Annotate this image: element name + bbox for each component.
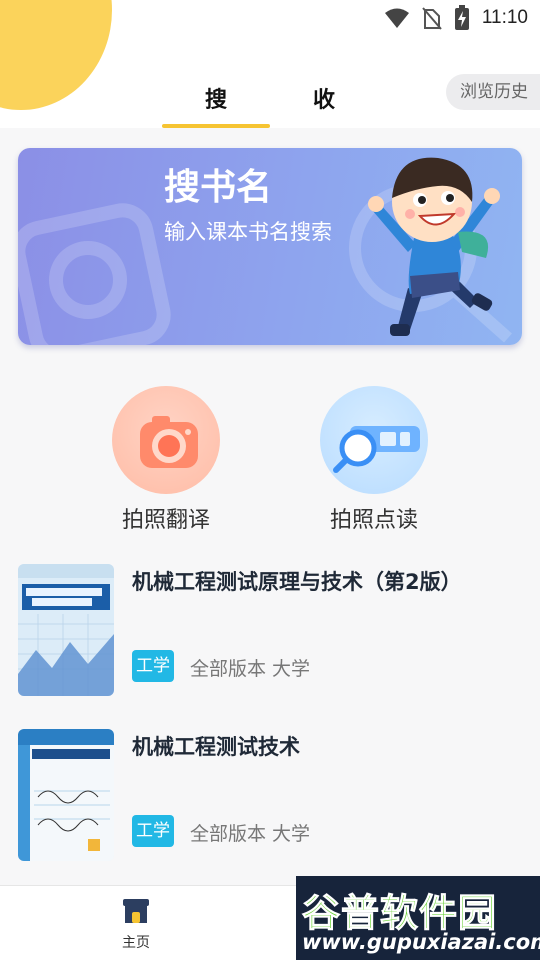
book-meta: 全部版本 大学 — [190, 823, 311, 845]
nav-home[interactable]: 主页 — [100, 894, 172, 952]
book-cover-image — [18, 564, 114, 696]
banner-subtitle: 输入课本书名搜索 — [164, 220, 332, 244]
watermark-url: www.gupuxiazai.com — [302, 930, 540, 954]
browse-history-button[interactable]: 浏览历史 — [446, 74, 540, 110]
photo-translate-label: 拍照翻译 — [121, 508, 210, 533]
photo-read-label: 拍照点读 — [329, 508, 418, 533]
wifi-icon — [384, 7, 410, 29]
kid-illustration — [368, 157, 500, 336]
book-cover-image — [18, 729, 114, 861]
photo-translate-button[interactable]: 拍照翻译 — [76, 386, 256, 534]
tab-bar: 搜 收 — [162, 80, 378, 128]
no-sim-icon — [422, 6, 442, 30]
watermark-title: 谷普软件园 — [301, 891, 498, 936]
decorative-blob — [0, 0, 112, 110]
banner-title: 搜书名 — [164, 167, 273, 208]
watermark-logo: 谷普软件园 www.gupuxiazai.com — [296, 876, 540, 960]
book-title: 机械工程测试技术 — [132, 735, 300, 759]
list-item[interactable]: 机械工程测试技术 工学 全部版本 大学 — [0, 725, 540, 865]
camera-icon — [112, 386, 220, 494]
photo-read-button[interactable]: 拍照点读 — [284, 386, 464, 534]
tab-favorites[interactable]: 收 — [270, 80, 378, 128]
battery-charging-icon — [454, 5, 470, 31]
list-item[interactable]: 机械工程测试原理与技术（第2版） 工学 全部版本 大学 — [0, 560, 540, 700]
book-meta: 全部版本 大学 — [190, 658, 311, 680]
category-tag: 工学 — [132, 815, 174, 847]
header-area: 11:10 搜 收 浏览历史 — [0, 0, 540, 128]
home-store-icon — [123, 899, 149, 923]
book-title: 机械工程测试原理与技术（第2版） — [132, 570, 462, 594]
status-time: 11:10 — [481, 7, 528, 28]
tab-search[interactable]: 搜 — [162, 80, 270, 128]
status-bar: 11:10 — [384, 4, 528, 32]
search-book-banner[interactable]: 搜书名 输入课本书名搜索 — [18, 148, 522, 345]
category-tag: 工学 — [132, 650, 174, 682]
magnifier-scan-icon — [320, 386, 428, 494]
nav-home-label: 主页 — [122, 935, 150, 951]
feature-grid: 拍照翻译 拍照点读 — [0, 386, 540, 536]
